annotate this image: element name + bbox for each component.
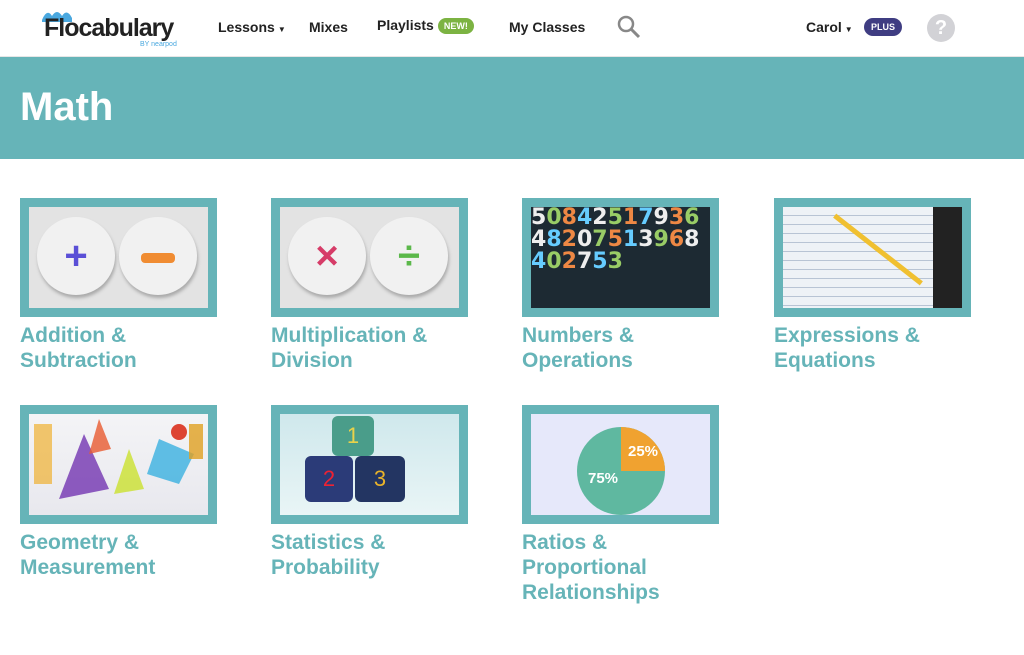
category-title[interactable]: Expressions & Equations — [774, 323, 971, 373]
logo-text: Flocabulary — [44, 14, 174, 42]
nav-mixes[interactable]: Mixes — [309, 19, 348, 35]
nav-label: Playlists — [377, 17, 434, 33]
category-title[interactable]: Ratios & Proportional Relationships — [522, 530, 719, 605]
numbers-image: 5084251793648207513968402753 — [522, 198, 719, 317]
category-thumbnail: × ÷ — [271, 198, 468, 317]
new-badge: NEW! — [437, 18, 474, 34]
user-name: Carol — [806, 19, 842, 35]
category-card[interactable]: Expressions & Equations — [774, 198, 971, 373]
pie-label-25: 25% — [628, 443, 658, 460]
category-thumbnail: + — [20, 198, 217, 317]
caret-down-icon: ▼ — [844, 25, 853, 34]
category-card[interactable]: × ÷ Multiplication & Division — [271, 198, 468, 373]
nav-lessons[interactable]: Lessons ▼ — [218, 19, 286, 35]
nav-label: Lessons — [218, 19, 275, 35]
divide-icon: ÷ — [370, 217, 448, 295]
category-card[interactable]: Geometry & Measurement — [20, 405, 217, 580]
multiply-icon: × — [288, 217, 366, 295]
search-icon[interactable] — [617, 15, 641, 39]
logo-subtext: BY nearpod — [140, 41, 177, 48]
category-title[interactable]: Addition & Subtraction — [20, 323, 217, 373]
nav-my-classes[interactable]: My Classes — [509, 19, 585, 35]
top-nav: Flocabulary BY nearpod Lessons ▼ Mixes Pl… — [0, 0, 1024, 57]
geometry-image — [20, 405, 217, 524]
dice-image: 1 2 3 — [271, 405, 468, 524]
equations-image — [774, 198, 971, 317]
category-title[interactable]: Multiplication & Division — [271, 323, 468, 373]
category-title[interactable]: Geometry & Measurement — [20, 530, 217, 580]
category-card[interactable]: 5084251793648207513968402753 Numbers & O… — [522, 198, 719, 373]
flocabulary-logo[interactable]: Flocabulary BY nearpod — [36, 10, 191, 50]
help-icon[interactable]: ? — [927, 14, 955, 42]
category-title[interactable]: Statistics & Probability — [271, 530, 468, 580]
category-card[interactable]: 25% 75% Ratios & Proportional Relationsh… — [522, 405, 719, 605]
plus-badge: PLUS — [864, 18, 903, 36]
nav-playlists[interactable]: Playlists NEW! — [377, 17, 474, 34]
category-title[interactable]: Numbers & Operations — [522, 323, 719, 373]
category-card[interactable]: + Addition & Subtraction — [20, 198, 217, 373]
plus-icon: + — [37, 217, 115, 295]
pie-chart-image: 25% 75% — [522, 405, 719, 524]
minus-icon — [119, 217, 197, 295]
page-banner: Math — [0, 57, 1024, 159]
caret-down-icon: ▼ — [277, 25, 286, 34]
category-card[interactable]: 1 2 3 Statistics & Probability — [271, 405, 468, 580]
user-menu[interactable]: Carol ▼ — [806, 19, 853, 35]
pie-label-75: 75% — [588, 470, 618, 487]
page-title: Math — [20, 85, 114, 129]
pie-chart: 25% 75% — [577, 427, 665, 515]
